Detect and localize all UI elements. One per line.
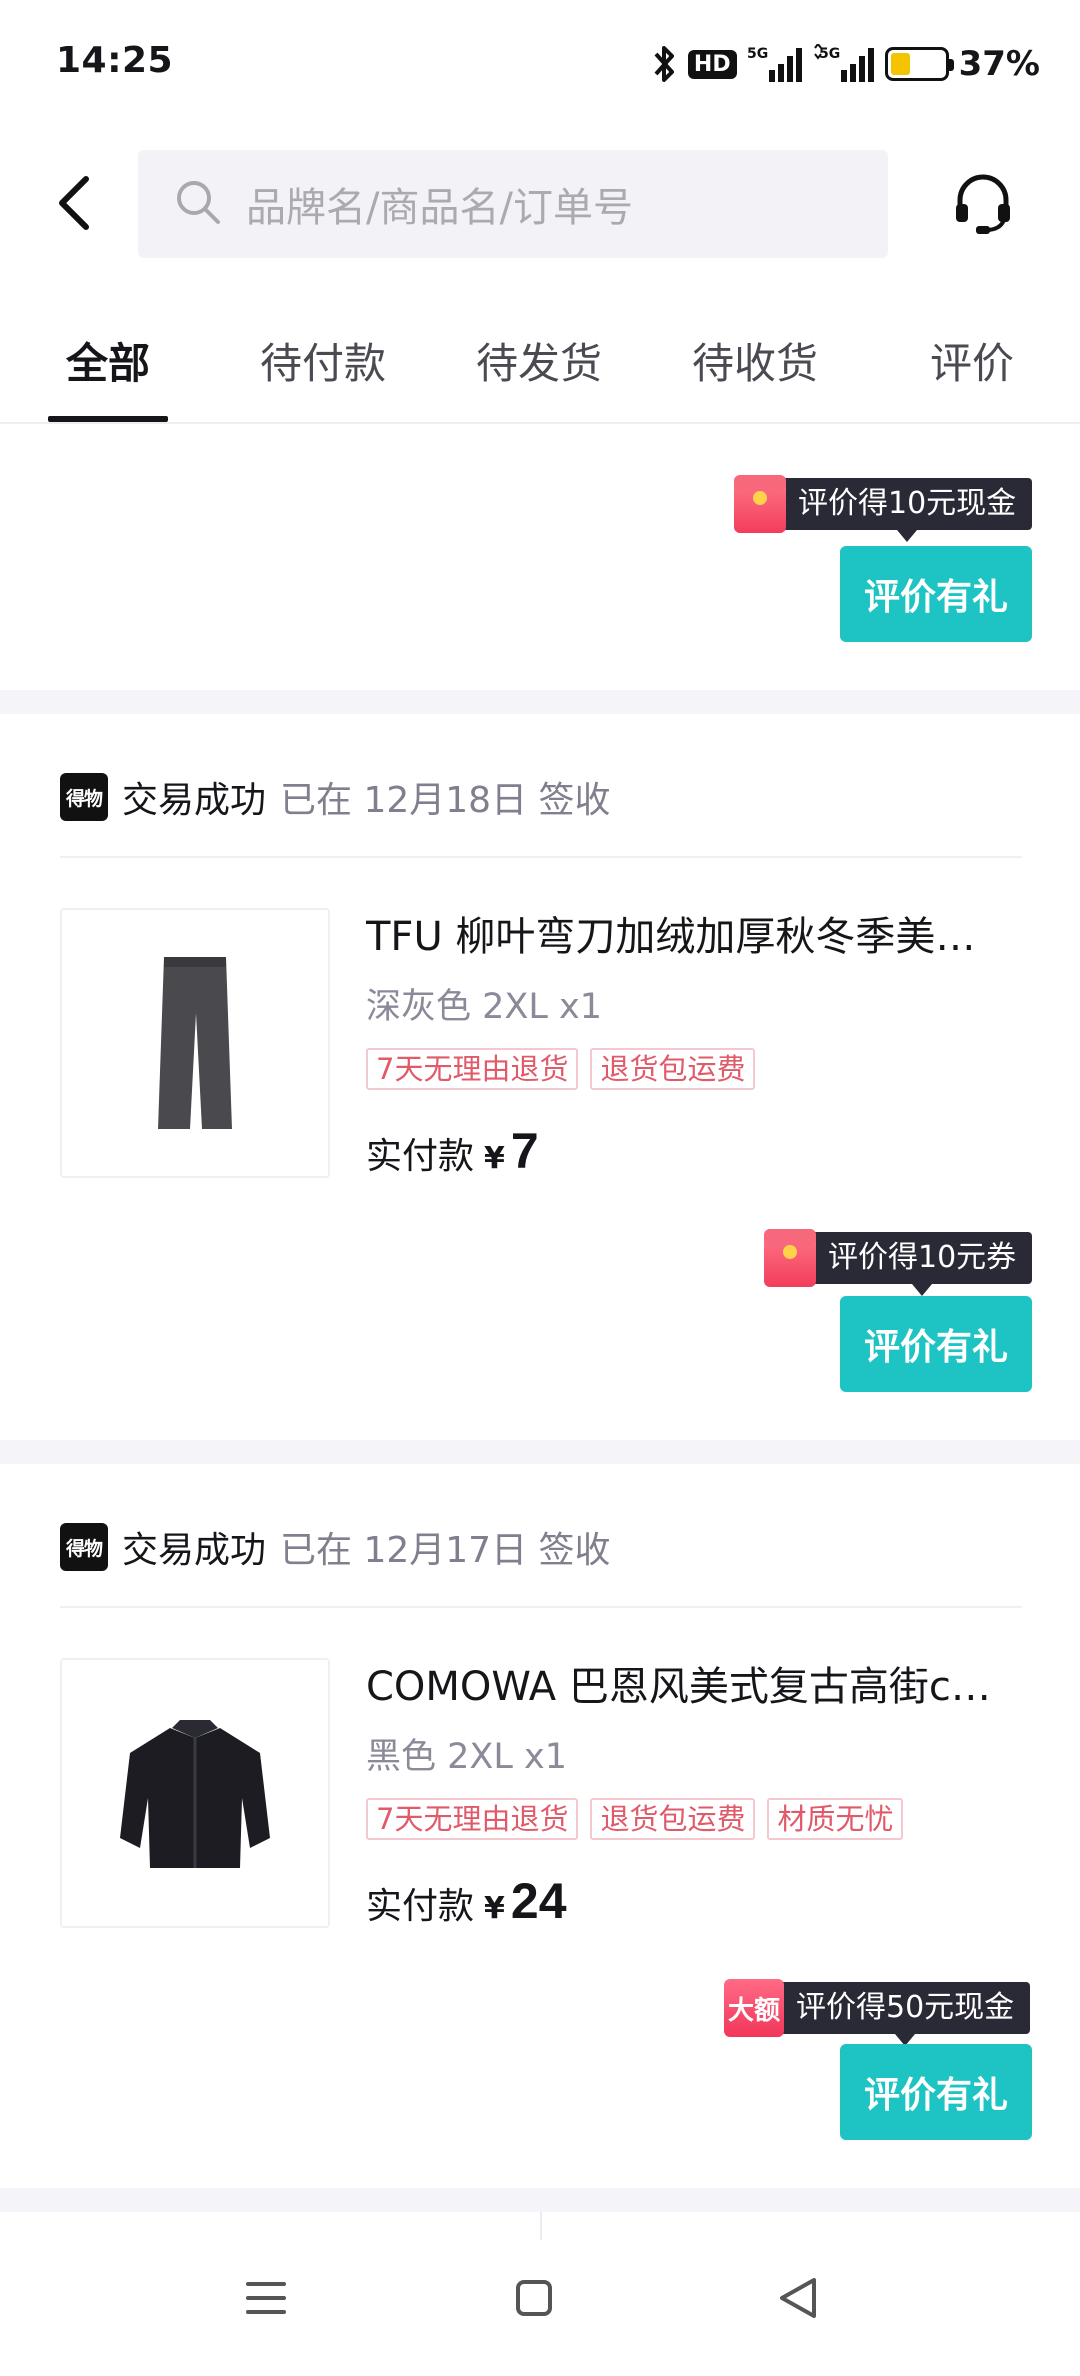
order-status: 交易成功 (122, 1530, 267, 1571)
search-input[interactable]: 品牌名/商品名/订单号 (138, 150, 888, 258)
section-divider (0, 1440, 1080, 1464)
service-tag: 退货包运费 (590, 1798, 756, 1840)
review-reward-tooltip: 大额 评价得50元现金 (724, 1979, 1031, 2046)
service-tags: 7天无理由退货 退货包运费 (366, 1048, 756, 1090)
review-reward-tooltip: 评价得10元券 (764, 1229, 1033, 1296)
red-envelope-icon (764, 1229, 816, 1287)
service-tags: 7天无理由退货 退货包运费 材质无忧 (366, 1798, 904, 1840)
svg-text:5G: 5G (819, 46, 840, 62)
order-header: 得物 交易成功 已在 12月17日 签收 (60, 1522, 611, 1572)
section-divider (0, 2188, 1080, 2212)
search-placeholder: 品牌名/商品名/订单号 (246, 185, 633, 231)
product-image[interactable] (60, 908, 330, 1178)
order-header: 得物 交易成功 已在 12月18日 签收 (60, 772, 611, 822)
status-bar: 14:25 HD 5G 5G 37% (0, 0, 1080, 130)
reward-text: 评价得10元现金 (782, 478, 1033, 542)
signal-5g-icon: 5G (747, 44, 803, 84)
product-title[interactable]: TFU 柳叶弯刀加绒加厚秋冬季美式复古直筒休闲长裤 (366, 904, 992, 962)
clock: 14:25 (56, 40, 174, 81)
paid-label: 实付款 (366, 1136, 475, 1177)
system-navigation-bar (0, 2212, 1080, 2376)
paid-amount: 实付款 ¥ 7 (366, 1122, 539, 1180)
reward-text: 评价得10元券 (812, 1232, 1033, 1296)
paid-value: 7 (510, 1123, 539, 1179)
square-home-icon (516, 2280, 552, 2316)
tab-all[interactable]: 全部 (66, 330, 150, 391)
review-button[interactable]: 评价有礼 (840, 546, 1032, 642)
active-tab-indicator (48, 416, 168, 422)
battery-icon (884, 47, 954, 81)
search-icon (174, 178, 222, 230)
headset-icon (956, 174, 1010, 234)
battery-fill (890, 53, 910, 75)
order-tabs: 全部 待付款 待发货 待收货 评价 (0, 300, 1080, 424)
back-nav-button[interactable] (758, 2258, 838, 2338)
triangle-back-icon (780, 2278, 816, 2318)
order-card: 评价得10元现金 评价有礼 (0, 426, 1080, 690)
reward-text: 评价得50元现金 (780, 1982, 1031, 2046)
hd-voice-icon: HD (687, 49, 737, 79)
currency-symbol: ¥ (484, 1141, 505, 1176)
brand-logo: 得物 (60, 1523, 108, 1571)
tab-pending-receipt[interactable]: 待收货 (692, 330, 818, 391)
menu-button[interactable] (226, 2258, 306, 2338)
customer-service-button[interactable] (950, 170, 1016, 236)
review-button[interactable]: 评价有礼 (840, 1296, 1032, 1392)
delivery-date: 已在 12月17日 签收 (280, 1530, 611, 1571)
jacket-icon (120, 1720, 270, 1868)
divider (60, 1606, 1022, 1608)
status-icons: HD 5G 5G 37% (652, 40, 1040, 88)
order-status: 交易成功 (122, 780, 267, 821)
paid-label: 实付款 (366, 1886, 475, 1927)
review-reward-tooltip: 评价得10元现金 (734, 475, 1033, 542)
service-tag: 7天无理由退货 (366, 1798, 579, 1840)
big-amount-badge: 大额 (724, 1979, 784, 2037)
svg-text:5G: 5G (747, 46, 768, 62)
divider (540, 2212, 542, 2240)
signal-5g-icon-2: 5G (813, 44, 875, 84)
header: 品牌名/商品名/订单号 (0, 148, 1080, 258)
paid-amount: 实付款 ¥ 24 (366, 1872, 567, 1930)
order-card: 得物 交易成功 已在 12月17日 签收 COMOWA 巴恩风美式复古高街cle… (0, 1464, 1080, 2188)
brand-logo: 得物 (60, 773, 108, 821)
currency-symbol: ¥ (484, 1891, 505, 1926)
pants-icon (158, 957, 232, 1129)
service-tag: 7天无理由退货 (366, 1048, 579, 1090)
tab-pending-shipment[interactable]: 待发货 (476, 330, 602, 391)
order-card: 得物 交易成功 已在 12月18日 签收 TFU 柳叶弯刀加绒加厚秋冬季美式复古… (0, 714, 1080, 1440)
tab-review[interactable]: 评价 (930, 330, 1014, 391)
battery-percent: 37% (958, 44, 1040, 84)
delivery-date: 已在 12月18日 签收 (280, 780, 611, 821)
paid-value: 24 (510, 1873, 567, 1929)
product-title[interactable]: COMOWA 巴恩风美式复古高街clean fit夹克外套 (366, 1654, 992, 1712)
tab-pending-payment[interactable]: 待付款 (260, 330, 386, 391)
red-envelope-icon (734, 475, 786, 533)
chevron-left-icon (59, 176, 89, 230)
product-spec: 深灰色 2XL x1 (366, 987, 602, 1027)
product-image[interactable] (60, 1658, 330, 1928)
section-divider (0, 690, 1080, 714)
home-button[interactable] (494, 2258, 574, 2338)
divider (60, 856, 1022, 858)
review-button[interactable]: 评价有礼 (840, 2044, 1032, 2140)
bluetooth-icon (652, 44, 678, 84)
service-tag: 材质无忧 (767, 1798, 904, 1840)
back-button[interactable] (44, 170, 104, 236)
service-tag: 退货包运费 (590, 1048, 756, 1090)
menu-icon (246, 2282, 286, 2314)
product-spec: 黑色 2XL x1 (366, 1737, 567, 1777)
